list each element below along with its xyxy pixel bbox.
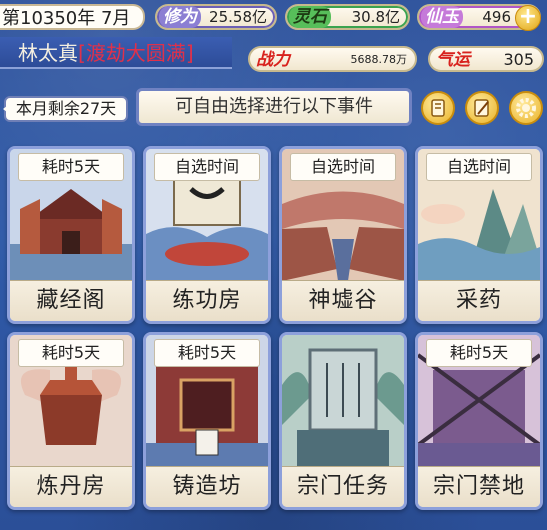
event-card-gather-herbs[interactable]: 自选时间 采药 [415,146,543,324]
spirit-stone-label: 灵石 [289,6,331,28]
realm-close-bracket: ] [185,41,194,65]
event-card-divine-ruins-valley[interactable]: 自选时间 神墟谷 [279,146,407,324]
add-jade-button[interactable]: + [515,5,541,31]
spirit-stone-resource: 灵石 30.8亿 [285,4,410,30]
brush-icon [474,99,489,117]
event-title: 神墟谷 [282,280,404,321]
jade-label: 仙玉 [421,6,463,28]
event-title: 练功房 [146,280,268,321]
event-title: 采药 [418,280,540,321]
realm-open-bracket: [ [78,41,86,65]
jade-resource: 仙玉 496 + [417,4,541,31]
event-title: 藏经阁 [10,280,132,321]
spirit-stone-value: 30.8亿 [351,8,400,26]
event-card-forge[interactable]: 耗时5天 铸造坊 [143,332,271,510]
fortune-value: 305 [503,50,534,69]
event-title: 炼丹房 [10,466,132,507]
event-card-forbidden-land[interactable]: 耗时5天 宗门禁地 [415,332,543,510]
fortune-label: 气运 [436,50,470,70]
event-card-alchemy-room[interactable]: 耗时5天 炼丹房 [7,332,135,510]
month-remaining-tag: 本月剩余27天 [3,96,128,122]
event-time-badge: 自选时间 [426,153,532,181]
player-name: 林太真 [18,41,78,65]
gear-icon [516,98,536,118]
event-time-badge: 耗时5天 [18,339,124,367]
event-card-library[interactable]: 耗时5天 藏经阁 [7,146,135,324]
cultivation-label: 修为 [159,6,201,28]
settings-button[interactable] [509,91,543,125]
combat-power-value: 5688.78万 [350,53,408,66]
event-time-badge: 耗时5天 [154,339,260,367]
event-notice: 可自由选择进行以下事件 [136,88,412,126]
event-time-badge: 自选时间 [154,153,260,181]
missions-illustration [282,335,404,467]
combat-power-label: 战力 [256,50,290,70]
event-title: 铸造坊 [146,466,268,507]
bag-button[interactable] [421,91,455,125]
fortune: 气运 305 [428,46,544,72]
event-time-badge: 耗时5天 [18,153,124,181]
cultivation-resource: 修为 25.58亿 [155,4,277,30]
event-card-sect-missions[interactable]: 宗门任务 [279,332,407,510]
player-realm: 渡劫大圆满 [85,41,186,65]
event-card-training-room[interactable]: 自选时间 练功房 [143,146,271,324]
event-time-badge: 自选时间 [290,153,396,181]
event-time-badge: 耗时5天 [426,339,532,367]
event-title: 宗门任务 [282,466,404,507]
journal-button[interactable] [465,91,499,125]
game-date: 第10350年 7月 [0,4,145,30]
cultivation-value: 25.58亿 [209,8,267,26]
combat-power: 战力 5688.78万 [248,46,417,72]
player-name-bar: 林太真[渡劫大圆满] [0,37,232,69]
scroll-icon [431,99,445,117]
jade-value: 496 [482,8,511,26]
event-title: 宗门禁地 [418,466,540,507]
